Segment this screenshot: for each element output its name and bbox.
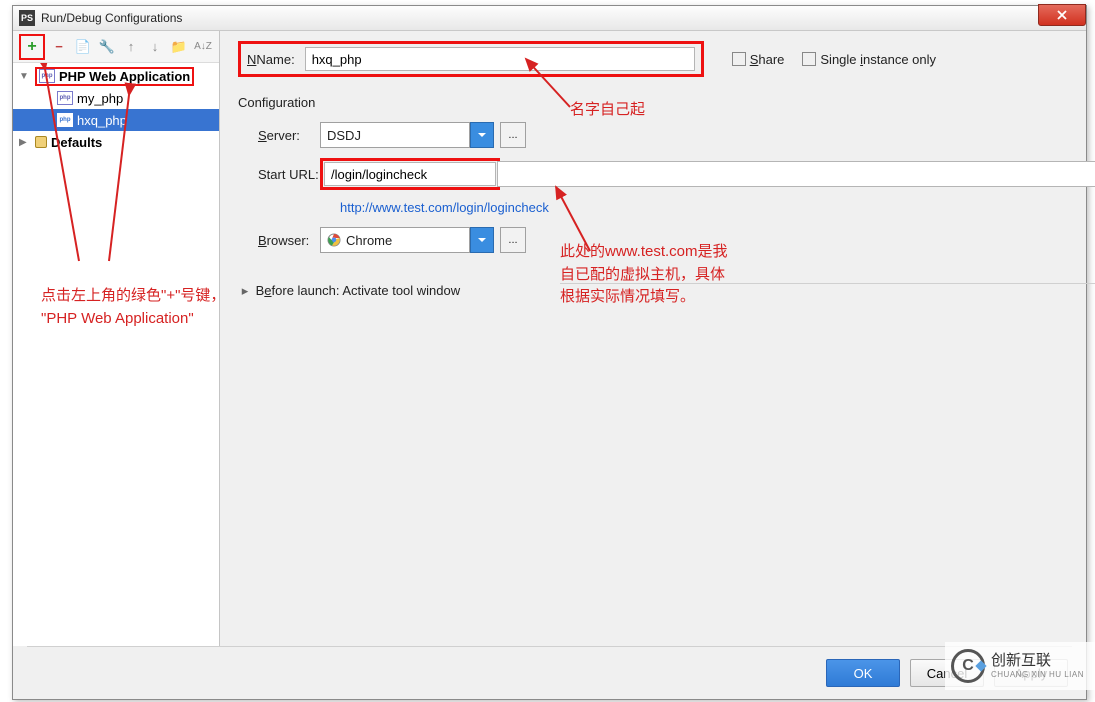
browser-label: Browser: — [238, 233, 320, 248]
annotation-left: 点击左上角的绿色"+"号键，新建一个 "PHP Web Application" — [41, 285, 219, 330]
watermark-sub: CHUANG XIN HU LIAN — [991, 670, 1084, 679]
chevron-right-icon: ▶ — [19, 137, 31, 148]
expand-icon[interactable]: ▸ — [238, 283, 252, 299]
dropdown-arrow-icon[interactable] — [470, 122, 494, 148]
start-url-input[interactable] — [324, 162, 496, 186]
app-icon: PS — [19, 10, 35, 26]
tree-item-hxq-php[interactable]: php hxq_php — [13, 109, 219, 131]
php-icon: php — [39, 69, 55, 83]
chrome-icon — [327, 233, 341, 247]
watermark: C 创新互联 CHUANG XIN HU LIAN — [945, 642, 1095, 690]
single-instance-checkbox[interactable]: Single instance only — [802, 52, 936, 67]
tree-root-label: PHP Web Application — [59, 69, 190, 84]
right-panel: NName: Share Single instance only Config… — [220, 31, 1095, 646]
settings-button[interactable]: 🔧 — [97, 37, 117, 57]
php-icon: php — [57, 91, 73, 105]
remove-config-button[interactable]: − — [49, 37, 69, 57]
watermark-text: 创新互联 — [991, 653, 1084, 670]
config-toolbar: + − 📄 🔧 ↑ ↓ 📁 A↓Z — [13, 31, 219, 63]
ok-button[interactable]: OK — [826, 659, 900, 687]
dialog-window: PS Run/Debug Configurations + − 📄 🔧 ↑ ↓ … — [12, 5, 1087, 700]
name-label: NName: — [247, 52, 295, 67]
server-browse-button[interactable]: ... — [500, 122, 526, 148]
server-label: Server: — [238, 128, 320, 143]
titlebar: PS Run/Debug Configurations — [13, 6, 1086, 31]
browser-browse-button[interactable]: ... — [500, 227, 526, 253]
tree-defaults[interactable]: ▶ Defaults — [13, 131, 219, 153]
share-checkbox[interactable]: Share — [732, 52, 785, 67]
config-tree[interactable]: ▼ php PHP Web Application php my_php php… — [13, 63, 219, 646]
tree-root-php-web[interactable]: ▼ php PHP Web Application — [13, 65, 219, 87]
resolved-url-link[interactable]: http://www.test.com/login/logincheck — [340, 200, 1095, 215]
folder-button[interactable]: 📁 — [169, 37, 189, 57]
config-section-title: Configuration — [238, 95, 1095, 110]
defaults-icon — [35, 136, 47, 148]
before-launch-section[interactable]: ▸ Before launch: Activate tool window — [238, 283, 1095, 299]
chevron-down-icon: ▼ — [19, 71, 31, 82]
start-url-label: Start URL: — [238, 167, 320, 182]
tree-item-label: my_php — [77, 91, 123, 106]
dropdown-arrow-icon[interactable] — [470, 227, 494, 253]
browser-value: Chrome — [346, 233, 392, 248]
start-url-extra[interactable] — [497, 161, 1095, 187]
move-down-button[interactable]: ↓ — [145, 37, 165, 57]
tree-defaults-label: Defaults — [51, 135, 102, 150]
sort-button[interactable]: A↓Z — [193, 37, 213, 57]
close-button[interactable] — [1038, 4, 1086, 26]
window-title: Run/Debug Configurations — [41, 11, 182, 25]
tree-item-my-php[interactable]: php my_php — [13, 87, 219, 109]
copy-config-button[interactable]: 📄 — [73, 37, 93, 57]
php-icon: php — [57, 113, 73, 127]
add-config-button[interactable]: + — [22, 37, 42, 57]
browser-select[interactable]: Chrome — [320, 227, 494, 253]
server-select[interactable]: DSDJ — [320, 122, 494, 148]
server-value: DSDJ — [327, 128, 361, 143]
tree-item-label: hxq_php — [77, 113, 127, 128]
move-up-button[interactable]: ↑ — [121, 37, 141, 57]
left-panel: + − 📄 🔧 ↑ ↓ 📁 A↓Z ▼ php PHP Web Applicat… — [13, 31, 220, 646]
watermark-logo-icon: C — [951, 649, 985, 683]
name-input[interactable] — [305, 47, 695, 71]
